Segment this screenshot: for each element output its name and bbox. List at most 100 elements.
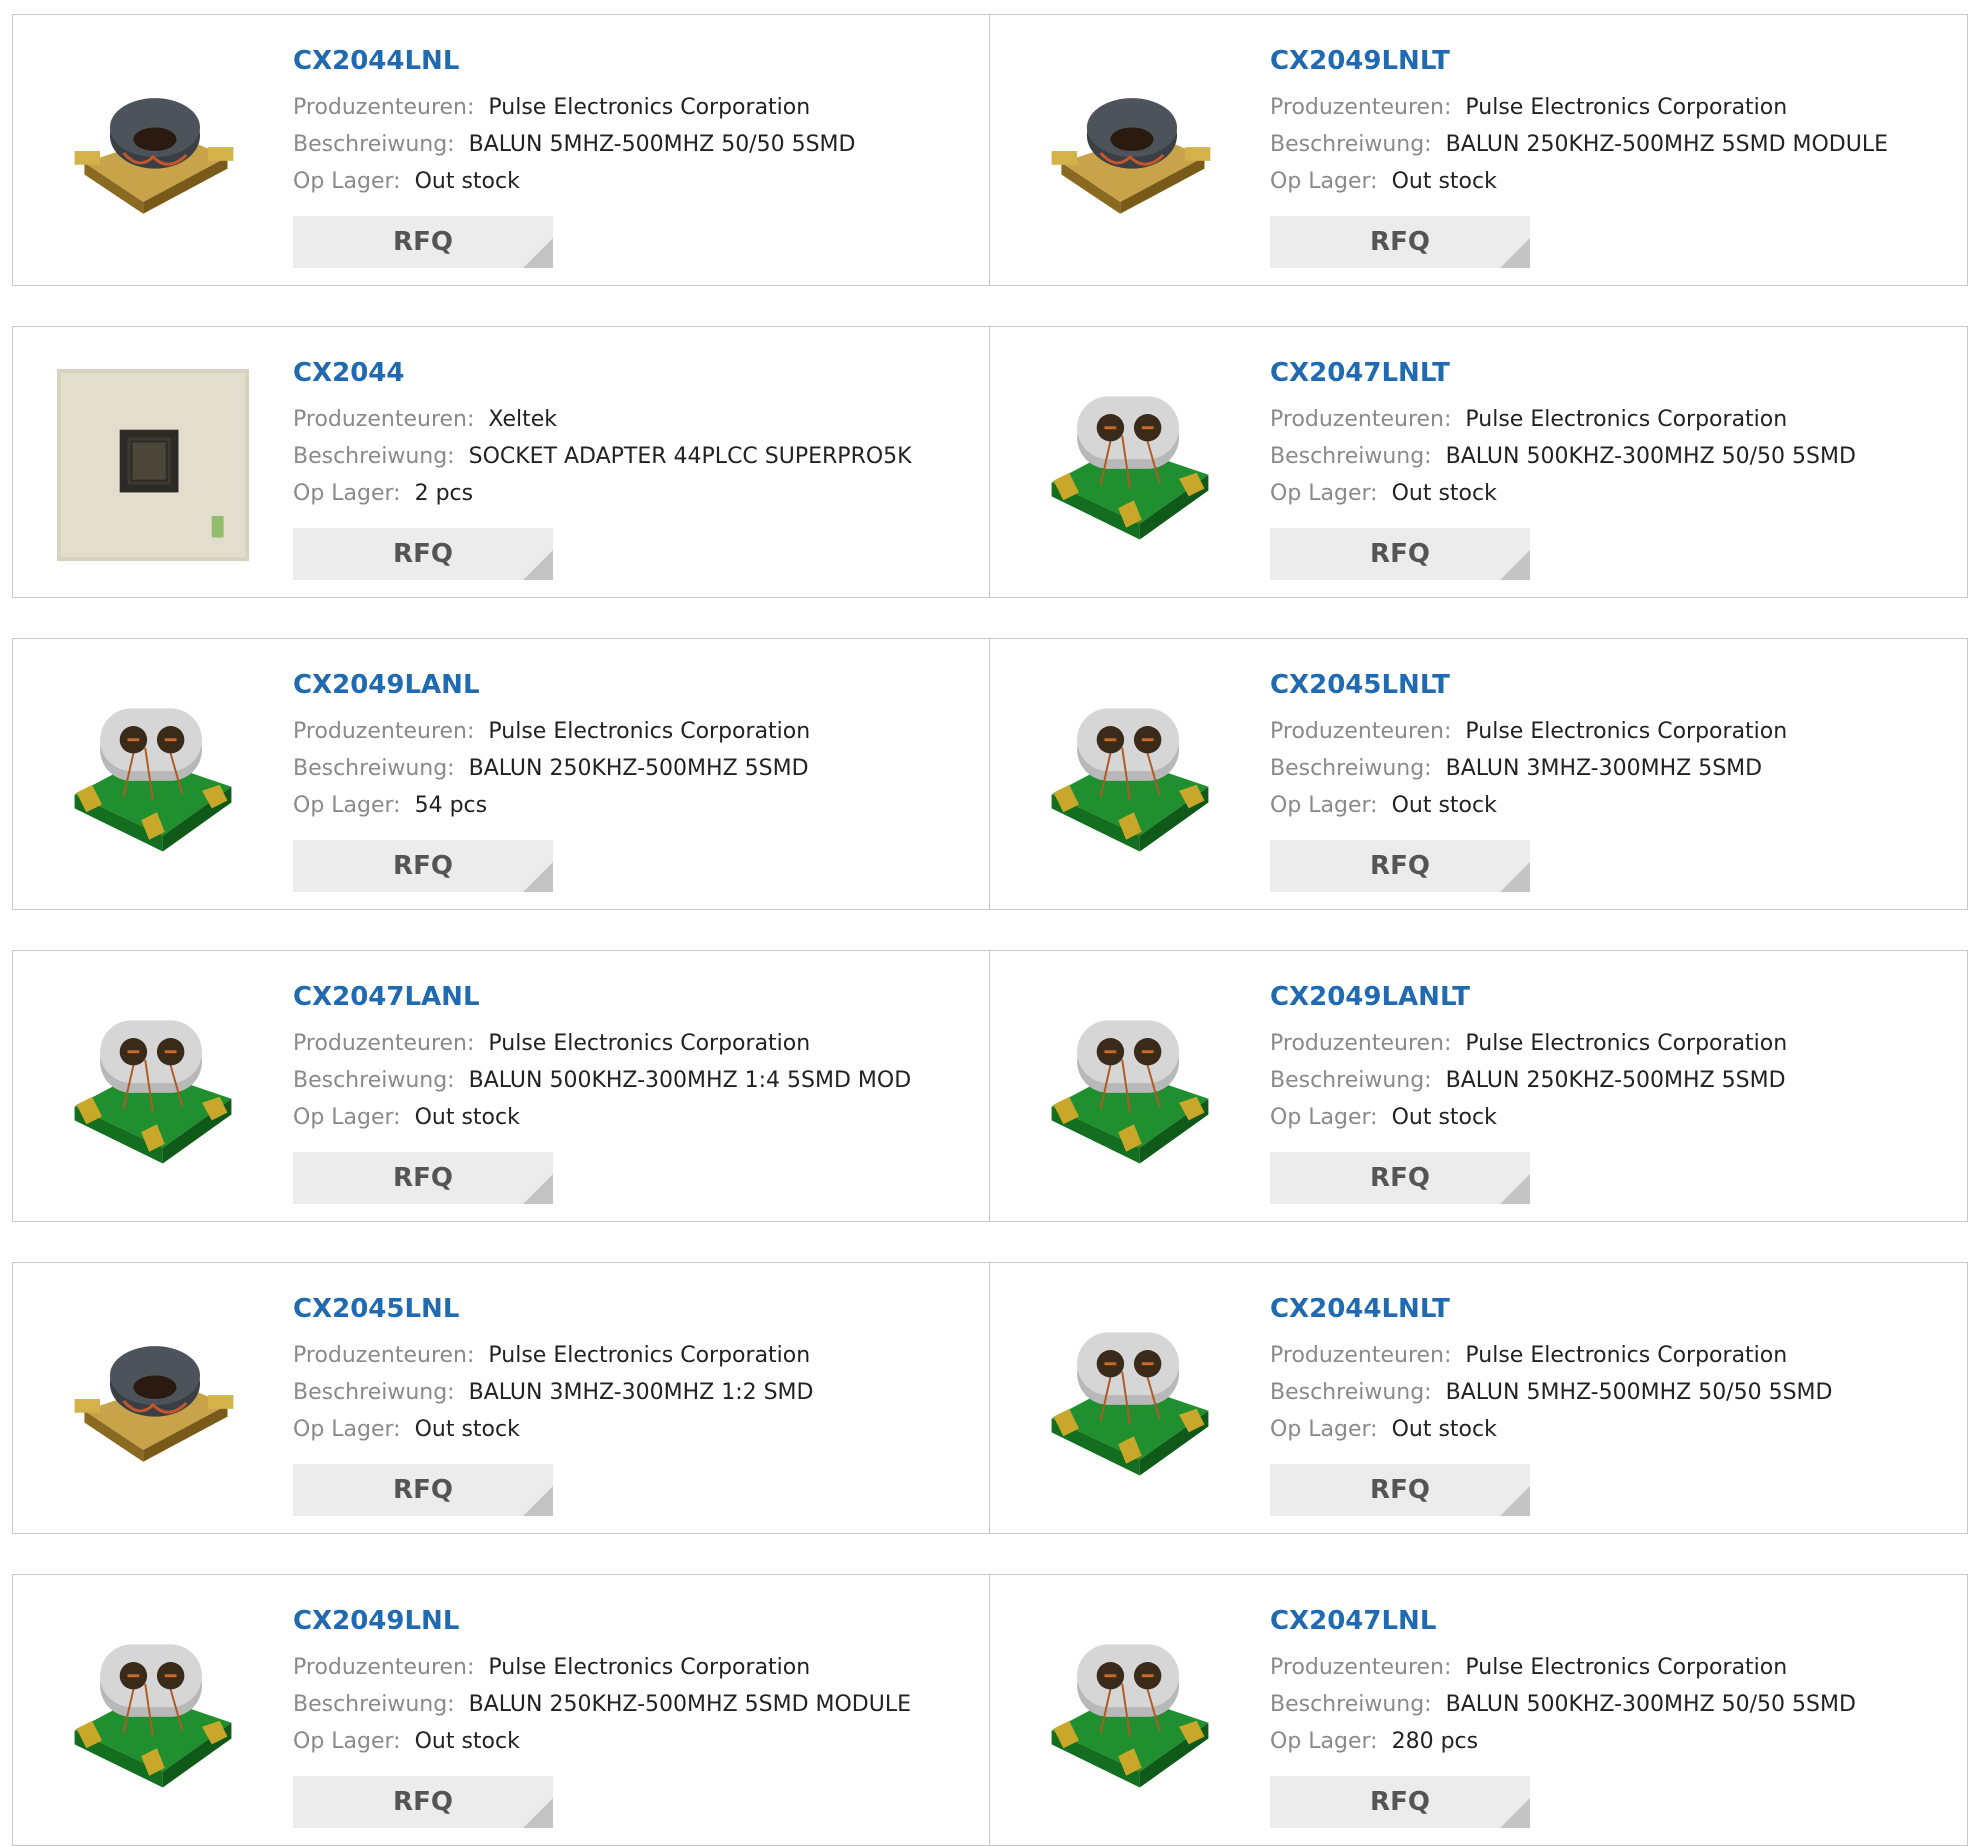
manufacturer-row: Produzenteuren: Xeltek [293,401,969,438]
manufacturer-label: Produzenteuren: [1270,95,1452,120]
part-number-link[interactable]: CX2049LNL [293,1603,969,1639]
product-image[interactable] [1032,1303,1228,1499]
product-info: CX2044LNL Produzenteuren: Pulse Electroni… [293,43,969,200]
description-value: BALUN 250KHZ-500MHZ 5SMD [1445,1068,1786,1093]
rfq-button[interactable]: RFQ [1270,1464,1530,1516]
product-image[interactable] [55,367,251,563]
description-label: Beschreiwung: [1270,1068,1432,1093]
stock-value: Out stock [414,169,520,194]
manufacturer-label: Produzenteuren: [1270,1031,1452,1056]
manufacturer-label: Produzenteuren: [293,95,475,120]
manufacturer-row: Produzenteuren: Pulse Electronics Corpora… [1270,713,1947,750]
product-card: CX2047LANL Produzenteuren: Pulse Electron… [12,950,990,1222]
part-number-link[interactable]: CX2049LNLT [1270,43,1947,79]
part-number-link[interactable]: CX2049LANLT [1270,979,1947,1015]
stock-value: Out stock [1391,793,1497,818]
product-info: CX2049LNLT Produzenteuren: Pulse Electron… [1270,43,1947,200]
rfq-button[interactable]: RFQ [1270,1776,1530,1828]
product-info: CX2049LANL Produzenteuren: Pulse Electron… [293,667,969,824]
product-image[interactable] [1032,1615,1228,1811]
part-number-link[interactable]: CX2045LNLT [1270,667,1947,703]
part-number-link[interactable]: CX2044LNLT [1270,1291,1947,1327]
manufacturer-value: Pulse Electronics Corporation [488,1031,811,1056]
description-label: Beschreiwung: [293,1692,455,1717]
rfq-button[interactable]: RFQ [293,1152,553,1204]
rfq-button[interactable]: RFQ [293,1464,553,1516]
stock-label: Op Lager: [293,1729,401,1754]
product-info: CX2049LNL Produzenteuren: Pulse Electroni… [293,1603,969,1760]
stock-row: Op Lager: 54 pcs [293,787,969,824]
product-info: CX2047LNL Produzenteuren: Pulse Electroni… [1270,1603,1947,1760]
product-image[interactable] [55,55,251,251]
manufacturer-row: Produzenteuren: Pulse Electronics Corpora… [293,1337,969,1374]
manufacturer-label: Produzenteuren: [1270,1343,1452,1368]
manufacturer-value: Pulse Electronics Corporation [1465,1343,1788,1368]
description-row: Beschreiwung: BALUN 5MHZ-500MHZ 50/50 5SM… [293,126,969,163]
rfq-button[interactable]: RFQ [293,840,553,892]
stock-row: Op Lager: Out stock [293,1723,969,1760]
stock-row: Op Lager: Out stock [293,1411,969,1448]
manufacturer-label: Produzenteuren: [293,1031,475,1056]
part-number-link[interactable]: CX2044LNL [293,43,969,79]
product-image[interactable] [1032,991,1228,1187]
rfq-button[interactable]: RFQ [1270,840,1530,892]
rfq-button[interactable]: RFQ [1270,528,1530,580]
rfq-button[interactable]: RFQ [293,1776,553,1828]
product-card: CX2045LNLT Produzenteuren: Pulse Electron… [989,638,1968,910]
product-row: CX2049LNL Produzenteuren: Pulse Electroni… [12,1574,1968,1846]
rfq-button[interactable]: RFQ [293,216,553,268]
stock-value: Out stock [1391,481,1497,506]
stock-value: 280 pcs [1391,1729,1479,1754]
part-number-link[interactable]: CX2045LNL [293,1291,969,1327]
product-card: CX2044LNL Produzenteuren: Pulse Electroni… [12,14,990,286]
description-row: Beschreiwung: BALUN 3MHZ-300MHZ 1:2 SMD [293,1374,969,1411]
stock-row: Op Lager: Out stock [1270,475,1947,512]
product-image[interactable] [1032,367,1228,563]
stock-label: Op Lager: [293,1417,401,1442]
description-row: Beschreiwung: BALUN 250KHZ-500MHZ 5SMD [293,750,969,787]
rfq-button[interactable]: RFQ [293,528,553,580]
stock-value: Out stock [1391,169,1497,194]
manufacturer-value: Pulse Electronics Corporation [488,1655,811,1680]
stock-label: Op Lager: [293,1105,401,1130]
stock-value: 2 pcs [414,481,474,506]
part-number-link[interactable]: CX2049LANL [293,667,969,703]
rfq-button[interactable]: RFQ [1270,216,1530,268]
part-number-link[interactable]: CX2047LNL [1270,1603,1947,1639]
description-label: Beschreiwung: [1270,1692,1432,1717]
description-row: Beschreiwung: BALUN 500KHZ-300MHZ 1:4 5SM… [293,1062,969,1099]
product-image[interactable] [1032,55,1228,251]
product-image[interactable] [1032,679,1228,875]
product-image[interactable] [55,679,251,875]
description-row: Beschreiwung: BALUN 250KHZ-500MHZ 5SMD MO… [1270,126,1947,163]
stock-label: Op Lager: [293,169,401,194]
part-number-link[interactable]: CX2047LNLT [1270,355,1947,391]
stock-label: Op Lager: [293,793,401,818]
product-image[interactable] [55,991,251,1187]
description-label: Beschreiwung: [293,444,455,469]
product-row: CX2044 Produzenteuren: Xeltek Beschreiwun… [12,326,1968,598]
description-value: BALUN 500KHZ-300MHZ 50/50 5SMD [1445,444,1856,469]
product-card: CX2045LNL Produzenteuren: Pulse Electroni… [12,1262,990,1534]
product-card: CX2049LNLT Produzenteuren: Pulse Electron… [989,14,1968,286]
product-image[interactable] [55,1303,251,1499]
description-row: Beschreiwung: BALUN 250KHZ-500MHZ 5SMD [1270,1062,1947,1099]
description-label: Beschreiwung: [1270,1380,1432,1405]
manufacturer-row: Produzenteuren: Pulse Electronics Corpora… [293,89,969,126]
product-card: CX2047LNL Produzenteuren: Pulse Electroni… [989,1574,1968,1846]
manufacturer-value: Pulse Electronics Corporation [1465,95,1788,120]
product-row: CX2044LNL Produzenteuren: Pulse Electroni… [12,14,1968,286]
manufacturer-row: Produzenteuren: Pulse Electronics Corpora… [293,1025,969,1062]
part-number-link[interactable]: CX2047LANL [293,979,969,1015]
description-value: BALUN 250KHZ-500MHZ 5SMD MODULE [468,1692,912,1717]
description-value: BALUN 5MHZ-500MHZ 50/50 5SMD [468,132,856,157]
stock-label: Op Lager: [293,481,401,506]
part-number-link[interactable]: CX2044 [293,355,969,391]
stock-row: Op Lager: Out stock [1270,1411,1947,1448]
description-label: Beschreiwung: [1270,444,1432,469]
product-image[interactable] [55,1615,251,1811]
rfq-button[interactable]: RFQ [1270,1152,1530,1204]
description-value: BALUN 250KHZ-500MHZ 5SMD MODULE [1445,132,1889,157]
manufacturer-value: Pulse Electronics Corporation [1465,407,1788,432]
description-label: Beschreiwung: [293,1380,455,1405]
